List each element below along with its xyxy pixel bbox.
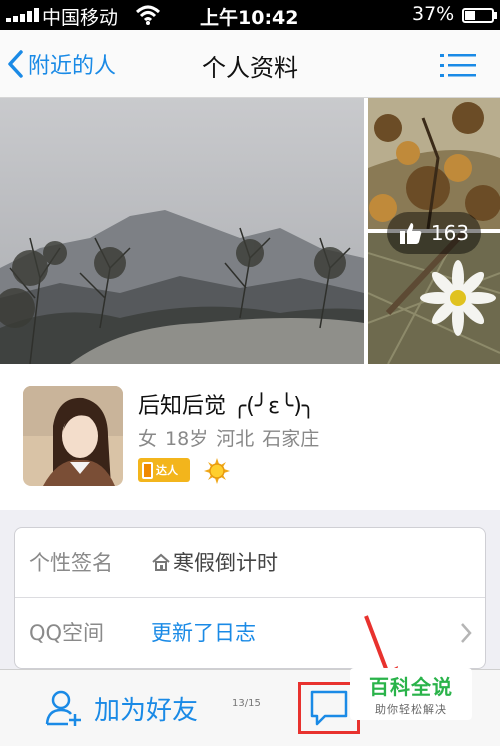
side-photo-autumn[interactable] <box>368 98 500 229</box>
qzone-label: QQ空间 <box>29 621 105 645</box>
watermark-subtitle: 助你轻松解决 <box>375 703 447 716</box>
battery-percent: 37% <box>412 3 455 25</box>
signature-row: 个性签名 寒假倒计时 <box>15 528 485 598</box>
qzone-row[interactable]: QQ空间 更新了日志 <box>15 598 485 668</box>
page-title: 个人资料 <box>202 54 298 82</box>
sun-level-icon[interactable] <box>204 458 230 484</box>
add-friend-button[interactable]: 加为好友 <box>44 688 198 728</box>
nickname: 后知后觉 ╭(╯ε╰)╮ <box>138 394 316 419</box>
battery-tip <box>494 12 497 19</box>
nav-bar: 附近的人 个人资料 <box>0 30 500 98</box>
add-user-icon <box>45 690 81 726</box>
list-menu-icon[interactable] <box>440 52 476 80</box>
phone-icon <box>142 461 153 479</box>
info-card: 个性签名 寒假倒计时 QQ空间 更新了日志 <box>14 527 486 669</box>
thumbs-up-icon <box>399 223 422 244</box>
signature-value: 寒假倒计时 <box>173 551 278 575</box>
chevron-right-icon <box>461 623 472 643</box>
signature-value-wrap: 寒假倒计时 <box>151 547 278 577</box>
user-info: 女 18岁 河北 石家庄 <box>138 428 320 450</box>
avatar[interactable] <box>23 386 123 486</box>
status-time: 上午10:42 <box>200 7 299 29</box>
signature-label: 个性签名 <box>29 551 113 575</box>
qzone-value: 更新了日志 <box>151 621 256 645</box>
carrier-name: 中国移动 <box>42 7 119 29</box>
chat-bubble-icon <box>310 690 348 726</box>
main-photo[interactable] <box>0 98 364 364</box>
page-counter: 13/15 <box>232 698 261 709</box>
battery-icon <box>462 8 494 23</box>
signal-strength-icon <box>6 8 40 22</box>
daren-badge[interactable]: 达人 <box>138 458 190 482</box>
wifi-icon <box>135 5 161 25</box>
profile-header: 后知后觉 ╭(╯ε╰)╮ 女 18岁 河北 石家庄 达人 <box>0 380 500 510</box>
like-button[interactable]: 163 <box>387 212 481 254</box>
like-count: 163 <box>430 221 470 245</box>
add-friend-label: 加为好友 <box>94 695 199 726</box>
status-bar: 中国移动 上午10:42 37% <box>0 0 500 30</box>
watermark-title: 百科全说 <box>369 675 453 699</box>
watermark: 百科全说 助你轻松解决 <box>350 668 472 720</box>
photo-gallery: 163 <box>0 98 500 380</box>
daren-badge-label: 达人 <box>156 464 178 477</box>
house-icon <box>152 553 170 571</box>
